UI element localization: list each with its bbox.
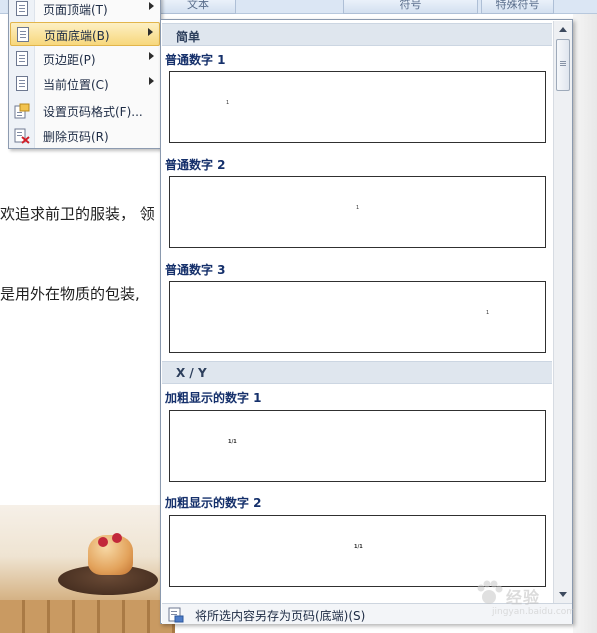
current-position-icon [14,76,30,92]
page-bottom-gallery: 简单 普通数字 1 1 普通数字 2 1 普通数字 3 1 X / Y 加粗显示… [160,19,573,624]
gallery-scrollbar[interactable] [553,21,572,603]
scroll-up-arrow-icon [559,27,567,32]
menu-item-page-bottom[interactable]: 页面底端(B) [10,22,160,46]
page-number-menu: 页面顶端(T) 页面底端(B) 页边距(P) 当前位置(C) 设置页码格式(F)… [8,0,161,149]
gallery-item-plain-number-1[interactable]: 1 [169,71,546,143]
preview-page-number: 1/1 [354,544,363,550]
preview-page-number: 1 [486,310,490,316]
gallery-item-plain-number-2[interactable]: 1 [169,176,546,248]
watermark-url: jingyan.baidu.com [492,607,576,617]
menu-item-current-position[interactable]: 当前位置(C) [10,72,160,96]
paw-icon [477,580,503,604]
page-bottom-icon [15,27,31,43]
gallery-section-header: 简单 [162,23,552,46]
watermark-logo: 经验 jingyan.baidu.com [472,574,592,624]
menu-item-page-top[interactable]: 页面顶端(T) [10,0,160,21]
gallery-item-title: 普通数字 3 [165,263,226,277]
berry-shape [112,533,122,543]
remove-page-number-icon [14,128,30,144]
preview-page-number: 1 [356,205,360,211]
tray-shape [0,600,175,633]
preview-page-number: 1/1 [228,439,237,445]
submenu-arrow-icon [148,28,153,36]
ribbon-special-symbol-button[interactable]: 特殊符号 [481,0,554,14]
preview-page-number: 1 [226,100,230,106]
page-top-icon [14,1,30,17]
gallery-section-header: X / Y [162,361,552,384]
document-line-2: 是用外在物质的包装, [0,285,140,303]
submenu-arrow-icon [149,2,154,10]
menu-item-page-margin[interactable]: 页边距(P) [10,47,160,71]
gallery-item-bold-number-1[interactable]: 1/1 [169,410,546,482]
dessert-shape [88,535,133,575]
scroll-up-button[interactable] [556,23,570,37]
gallery-item-title: 加粗显示的数字 2 [165,496,262,510]
gallery-item-title: 加粗显示的数字 1 [165,391,262,405]
menu-item-label: 将所选内容另存为页码(底端)(S) [195,609,366,623]
menu-item-label: 当前位置(C) [43,78,109,92]
document-edge [573,14,597,633]
save-to-gallery-icon [168,607,184,623]
document-photo [0,505,175,633]
menu-item-label: 设置页码格式(F)... [43,105,143,119]
watermark-text: 经验 [506,588,541,607]
berry-shape [98,537,108,547]
scrollbar-thumb[interactable] [556,39,570,91]
menu-item-remove-page-numbers[interactable]: 删除页码(R) [10,124,160,148]
gallery-item-title: 普通数字 2 [165,158,226,172]
submenu-arrow-icon [149,77,154,85]
ribbon-text-button[interactable]: 文本 [160,0,236,14]
document-line-1: 欢追求前卫的服装， 领 [0,205,155,223]
submenu-arrow-icon [149,52,154,60]
gallery-item-title: 普通数字 1 [165,53,226,67]
menu-item-label: 页边距(P) [43,53,96,67]
menu-item-format-page-numbers[interactable]: 设置页码格式(F)... [10,99,160,123]
menu-item-label: 删除页码(R) [43,130,109,144]
gallery-item-plain-number-3[interactable]: 1 [169,281,546,353]
ribbon-symbol-button[interactable]: 符号 [343,0,478,14]
format-page-number-icon [14,103,30,119]
menu-item-label: 页面顶端(T) [43,3,108,17]
page-margin-icon [14,51,30,67]
menu-item-label: 页面底端(B) [44,29,110,43]
